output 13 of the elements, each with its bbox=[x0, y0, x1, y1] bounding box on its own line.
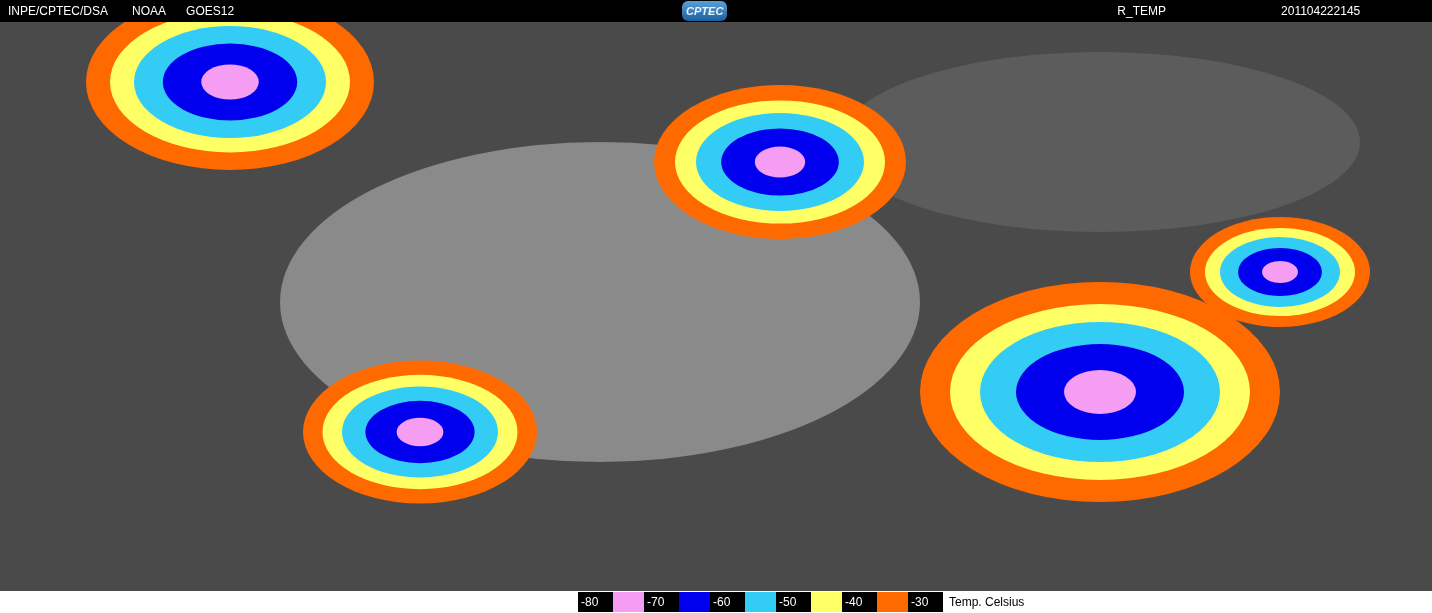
source-label: NOAA bbox=[132, 4, 167, 18]
satellite-label: GOES12 bbox=[186, 4, 235, 18]
legend-unit: Temp. Celsius bbox=[949, 595, 1025, 609]
timestamp: 201104222145 bbox=[1281, 4, 1361, 18]
legend-label: -40 bbox=[842, 592, 877, 612]
logo: CPTEC bbox=[682, 1, 728, 21]
agency-label: INPE/CPTEC/DSA bbox=[8, 4, 109, 18]
legend-label: -80 bbox=[578, 592, 613, 612]
product-label: R_TEMP bbox=[1117, 4, 1167, 18]
legend-label: -70 bbox=[644, 592, 679, 612]
legend-label: -50 bbox=[776, 592, 811, 612]
legend-label: -30 bbox=[908, 592, 943, 612]
legend-label: -60 bbox=[710, 592, 745, 612]
